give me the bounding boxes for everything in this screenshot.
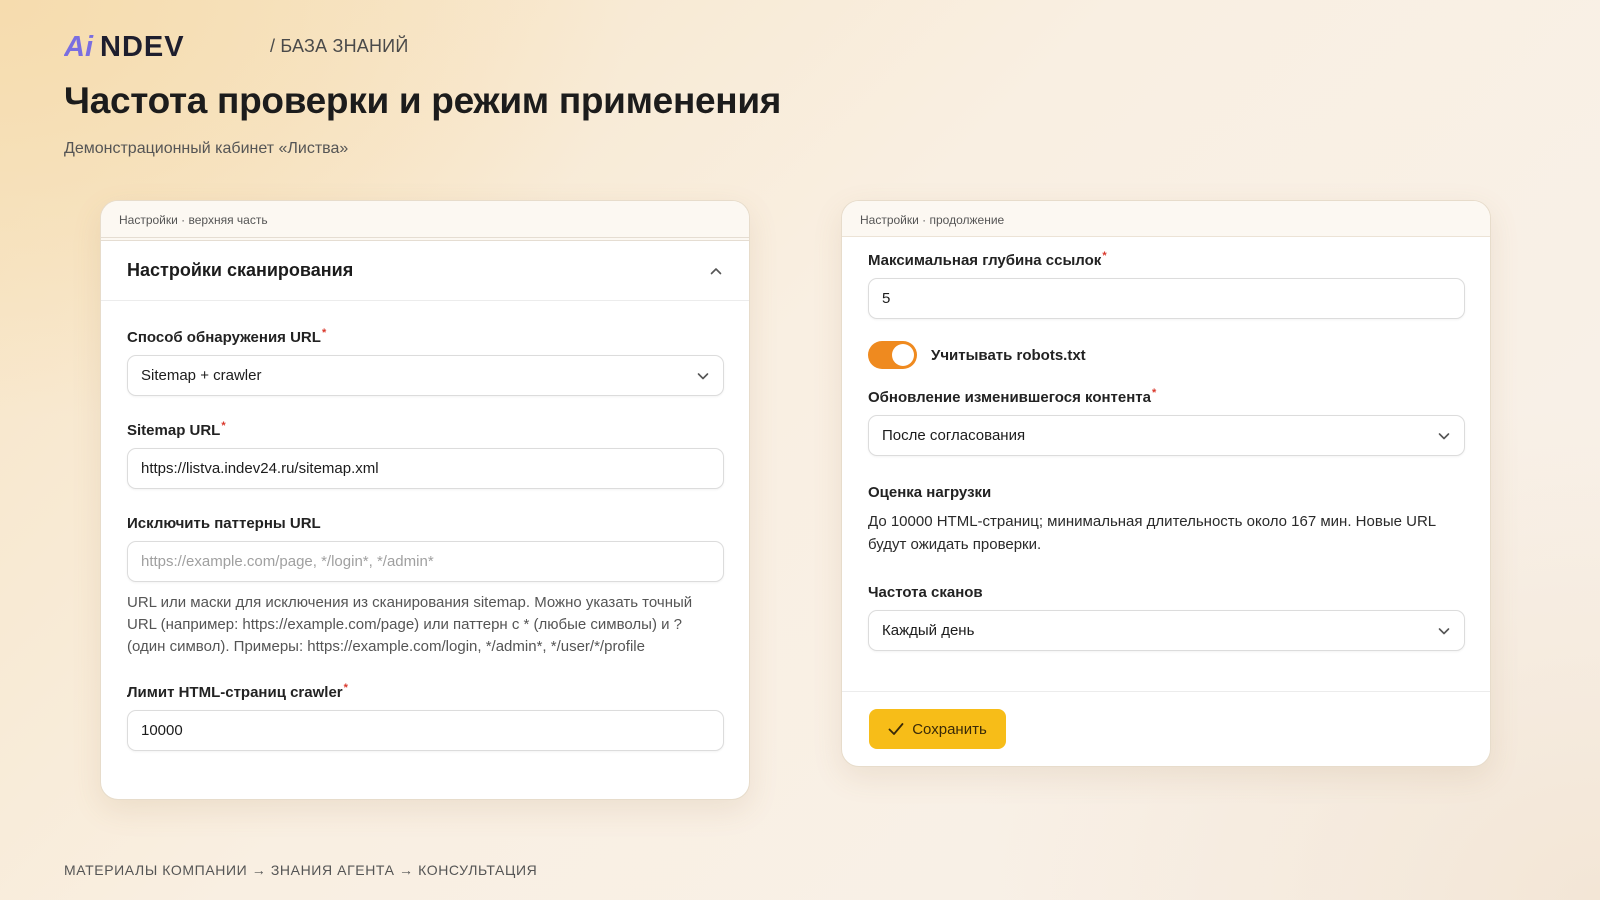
breadcrumb[interactable]: / БАЗА ЗНАНИЙ	[270, 36, 408, 57]
checkmark-icon	[888, 723, 904, 735]
sitemap-label: Sitemap URL*	[127, 420, 226, 439]
exclude-placeholder: https://example.com/page, */login*, */ad…	[141, 553, 434, 570]
discovery-select[interactable]: Sitemap + crawler	[127, 355, 724, 396]
chevron-down-icon	[1438, 627, 1450, 634]
required-mark: *	[1102, 250, 1107, 262]
frequency-label: Частота сканов	[868, 584, 983, 601]
section-title: Настройки сканирования	[127, 260, 354, 280]
scan-settings-header[interactable]: Настройки сканирования	[101, 241, 749, 301]
chevron-down-icon	[697, 372, 709, 379]
sitemap-url-value: https://listva.indev24.ru/sitemap.xml	[141, 460, 379, 477]
update-label: Обновление изменившегося контента*	[868, 387, 1157, 406]
svg-text:NDEV: NDEV	[100, 33, 185, 59]
discovery-label: Способ обнаружения URL*	[127, 327, 327, 346]
required-mark: *	[221, 420, 226, 432]
card-footer: Сохранить	[842, 691, 1490, 766]
scan-settings-card-continued: Настройки · продолжение Максимальная глу…	[841, 200, 1491, 767]
card-caption: Настройки · верхняя часть	[101, 201, 749, 241]
link-depth-value: 5	[882, 290, 891, 307]
top-bar: Ai NDEV / БАЗА ЗНАНИЙ	[64, 32, 408, 60]
robots-toggle-row: Учитывать robots.txt	[868, 341, 1465, 369]
required-mark: *	[321, 327, 327, 339]
save-button[interactable]: Сохранить	[869, 709, 1006, 749]
svg-text:Ai: Ai	[64, 33, 94, 59]
exclude-label: Исключить паттерны URL	[127, 515, 321, 532]
save-label: Сохранить	[912, 720, 987, 738]
scan-frequency-value: Каждый день	[882, 622, 975, 639]
card-caption: Настройки · продолжение	[842, 201, 1490, 237]
exclude-patterns-input[interactable]: https://example.com/page, */login*, */ad…	[127, 541, 724, 582]
page-title: Частота проверки и режим применения	[64, 80, 782, 121]
limit-label: Лимит HTML-страниц crawler*	[127, 682, 348, 701]
load-estimate-label: Оценка нагрузки	[868, 484, 992, 501]
aindev-logo-icon: Ai NDEV	[64, 33, 185, 59]
footer-flow-nav: МАТЕРИАЛЫ КОМПАНИИ → ЗНАНИЯ АГЕНТА → КОН…	[64, 862, 538, 878]
brand-logo[interactable]: Ai NDEV	[64, 33, 248, 59]
robots-toggle[interactable]	[868, 341, 917, 369]
exclude-hint: URL или маски для исключения из сканиров…	[127, 594, 693, 655]
scan-settings-card-top: Настройки · верхняя часть Настройки скан…	[100, 200, 750, 800]
chevron-down-icon	[1438, 432, 1450, 439]
crawler-limit-value: 10000	[141, 722, 183, 739]
page-subtitle: Демонстрационный кабинет «Листва»	[64, 140, 349, 157]
required-mark: *	[343, 682, 348, 694]
chevron-up-icon[interactable]	[709, 264, 723, 278]
sitemap-url-input[interactable]: https://listva.indev24.ru/sitemap.xml	[127, 448, 724, 489]
load-estimate-text: До 10000 HTML-страниц; минимальная длите…	[868, 513, 1436, 553]
link-depth-input[interactable]: 5	[868, 278, 1465, 319]
toggle-knob	[892, 344, 914, 366]
depth-label: Максимальная глубина ссылок*	[868, 250, 1107, 269]
content-update-select[interactable]: После согласования	[868, 415, 1465, 456]
discovery-value: Sitemap + crawler	[141, 367, 262, 384]
scan-frequency-select[interactable]: Каждый день	[868, 610, 1465, 651]
required-mark: *	[1151, 387, 1157, 399]
crawler-limit-input[interactable]: 10000	[127, 710, 724, 751]
content-update-value: После согласования	[882, 427, 1026, 444]
robots-label: Учитывать robots.txt	[931, 346, 1086, 364]
